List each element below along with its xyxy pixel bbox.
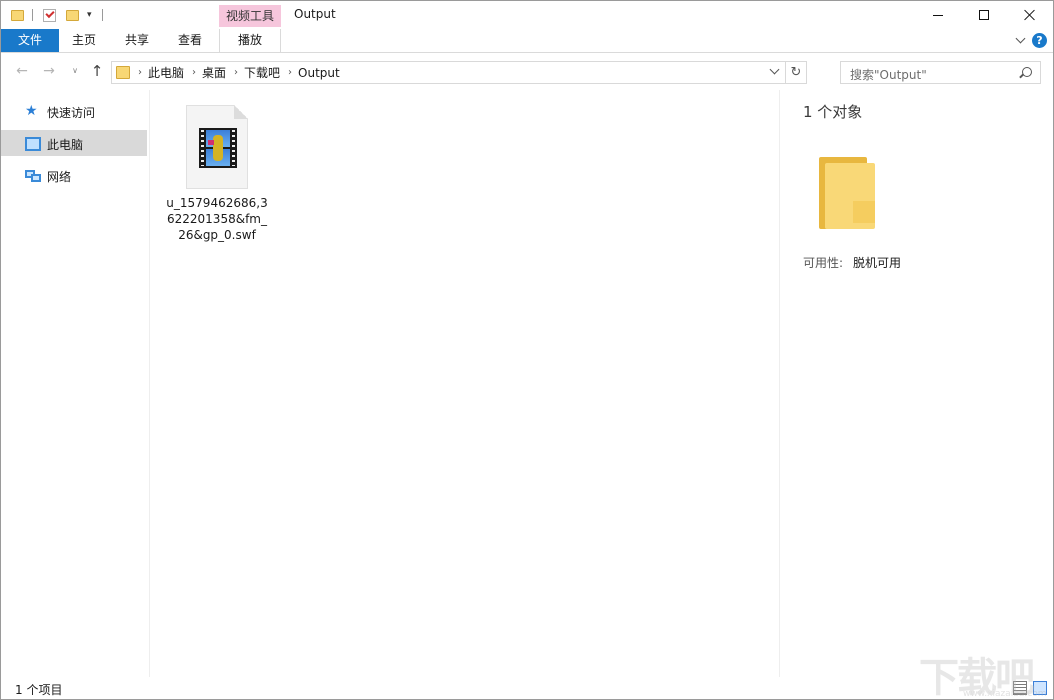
address-bar[interactable]: › 此电脑 › 桌面 › 下载吧 › Output ↻ xyxy=(111,61,807,84)
file-name[interactable]: u_1579462686,3622201358&fm_26&gp_0.swf xyxy=(165,195,269,243)
folder-icon xyxy=(116,66,130,79)
window-title: Output xyxy=(294,7,336,21)
details-title: 1 个对象 xyxy=(803,103,863,121)
tab-home[interactable]: 主页 xyxy=(59,29,109,52)
navigation-pane: ★ 快速访问 此电脑 网络 xyxy=(1,90,149,677)
forward-arrow-icon[interactable]: → xyxy=(41,63,57,79)
quick-access-folder-icon[interactable] xyxy=(11,6,24,24)
sidebar-item-label: 此电脑 xyxy=(47,138,84,152)
explorer-window: ▾ 视频工具 Output 文件 主页 共享 查看 播放 ? ← → ∨ ↑ ›… xyxy=(0,0,1054,700)
quick-access-separator xyxy=(102,6,103,24)
breadcrumb-separator[interactable]: › xyxy=(234,67,238,78)
breadcrumb-separator[interactable]: › xyxy=(138,67,142,78)
search-icon[interactable] xyxy=(1022,67,1032,77)
minimize-button[interactable] xyxy=(915,1,961,29)
details-pane-divider[interactable] xyxy=(779,90,780,677)
breadcrumb-separator[interactable]: › xyxy=(192,67,196,78)
status-bar: 1 个项目 xyxy=(1,677,1053,699)
properties-icon[interactable] xyxy=(43,6,56,24)
sidebar-item-this-pc[interactable]: 此电脑 xyxy=(1,130,147,156)
address-dropdown-chevron-icon[interactable] xyxy=(768,65,782,79)
item-count: 1 个项目 xyxy=(15,683,63,697)
pane-divider[interactable] xyxy=(149,90,150,677)
sidebar-item-quick-access[interactable]: ★ 快速访问 xyxy=(1,98,147,124)
new-folder-icon[interactable] xyxy=(66,6,79,24)
folder-icon xyxy=(819,157,877,229)
title-bar: ▾ 视频工具 Output xyxy=(1,1,1053,29)
up-arrow-icon[interactable]: ↑ xyxy=(89,63,105,79)
video-tools-context-header: 视频工具 xyxy=(219,5,281,27)
tab-file[interactable]: 文件 xyxy=(1,29,59,52)
tab-share[interactable]: 共享 xyxy=(111,29,163,52)
minimize-icon xyxy=(933,14,943,16)
availability-label: 可用性: xyxy=(803,256,844,270)
star-icon: ★ xyxy=(25,103,38,119)
file-item[interactable]: u_1579462686,3622201358&fm_26&gp_0.swf xyxy=(165,101,269,251)
quick-access-separator xyxy=(32,6,33,24)
tab-play[interactable]: 播放 xyxy=(219,29,281,52)
breadcrumb-desktop[interactable]: 桌面 xyxy=(202,64,226,81)
back-arrow-icon[interactable]: ← xyxy=(14,63,30,79)
swf-video-file-icon xyxy=(186,105,248,189)
close-icon xyxy=(1024,9,1036,21)
watermark-url: www.xiazaiba.com xyxy=(963,689,1047,699)
computer-icon xyxy=(25,137,41,151)
watermark-logo: 下载吧 www.xiazaiba.com xyxy=(919,645,1047,699)
breadcrumb-separator[interactable]: › xyxy=(288,67,292,78)
maximize-icon xyxy=(979,10,989,20)
tab-view[interactable]: 查看 xyxy=(165,29,215,52)
breadcrumb: › 此电脑 › 桌面 › 下载吧 › Output xyxy=(134,62,344,83)
sidebar-item-network[interactable]: 网络 xyxy=(1,162,147,188)
close-button[interactable] xyxy=(1007,1,1053,29)
refresh-icon[interactable]: ↻ xyxy=(785,62,806,83)
search-input[interactable]: 搜索"Output" xyxy=(840,61,1041,84)
help-icon[interactable]: ? xyxy=(1032,33,1047,48)
navigation-bar: ← → ∨ ↑ › 此电脑 › 桌面 › 下载吧 › Output ↻ 搜索"O… xyxy=(1,54,1053,90)
recent-locations-chevron-icon[interactable]: ∨ xyxy=(67,63,83,79)
breadcrumb-output[interactable]: Output xyxy=(298,66,340,80)
search-placeholder: 搜索"Output" xyxy=(850,68,927,82)
customize-arrow-icon[interactable]: ▾ xyxy=(87,6,92,24)
breadcrumb-this-pc[interactable]: 此电脑 xyxy=(148,64,184,81)
network-icon xyxy=(25,168,41,182)
availability-value: 脱机可用 xyxy=(853,256,902,270)
maximize-button[interactable] xyxy=(961,1,1007,29)
expand-ribbon-chevron-icon[interactable] xyxy=(1015,35,1025,45)
ribbon-tabs: 文件 主页 共享 查看 播放 ? xyxy=(1,29,1053,53)
breadcrumb-downloads[interactable]: 下载吧 xyxy=(244,64,280,81)
sidebar-item-label: 快速访问 xyxy=(47,106,96,120)
sidebar-item-label: 网络 xyxy=(47,170,72,184)
